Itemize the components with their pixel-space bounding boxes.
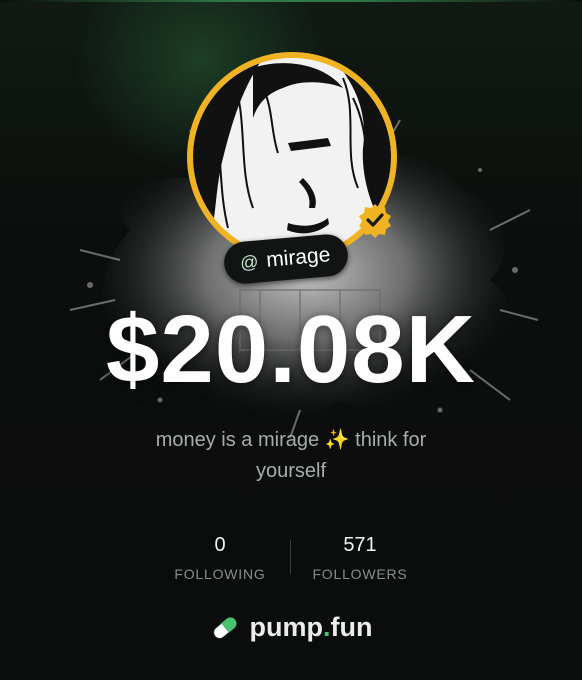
following-count: 0: [214, 534, 226, 556]
followers-stat[interactable]: 571 FOLLOWERS: [300, 530, 420, 588]
brand-logo[interactable]: pump.fun: [0, 612, 582, 643]
following-stat[interactable]: 0 FOLLOWING: [160, 530, 280, 588]
at-icon: @: [239, 250, 260, 273]
handle-text: mirage: [265, 243, 332, 272]
brand-name-part1: pump: [249, 612, 324, 642]
profile-card: @ mirage $20.08K money is a mirage ✨ thi…: [0, 0, 582, 680]
brand-dot: .: [323, 612, 331, 642]
brand-name: pump.fun: [250, 612, 373, 643]
pill-icon: [212, 616, 237, 639]
brand-name-part2: fun: [330, 612, 373, 642]
stats-divider: [290, 540, 291, 574]
top-accent-line: [0, 0, 582, 2]
followers-count: 571: [343, 534, 377, 556]
followers-label: FOLLOWERS: [312, 566, 408, 582]
verified-badge-icon: [359, 204, 391, 238]
following-label: FOLLOWING: [174, 566, 266, 582]
profile-bio: money is a mirage ✨ think for yourself: [155, 429, 427, 482]
profile-value: $20.08K: [106, 296, 476, 403]
stats-row: 0 FOLLOWING 571 FOLLOWERS: [160, 530, 422, 590]
